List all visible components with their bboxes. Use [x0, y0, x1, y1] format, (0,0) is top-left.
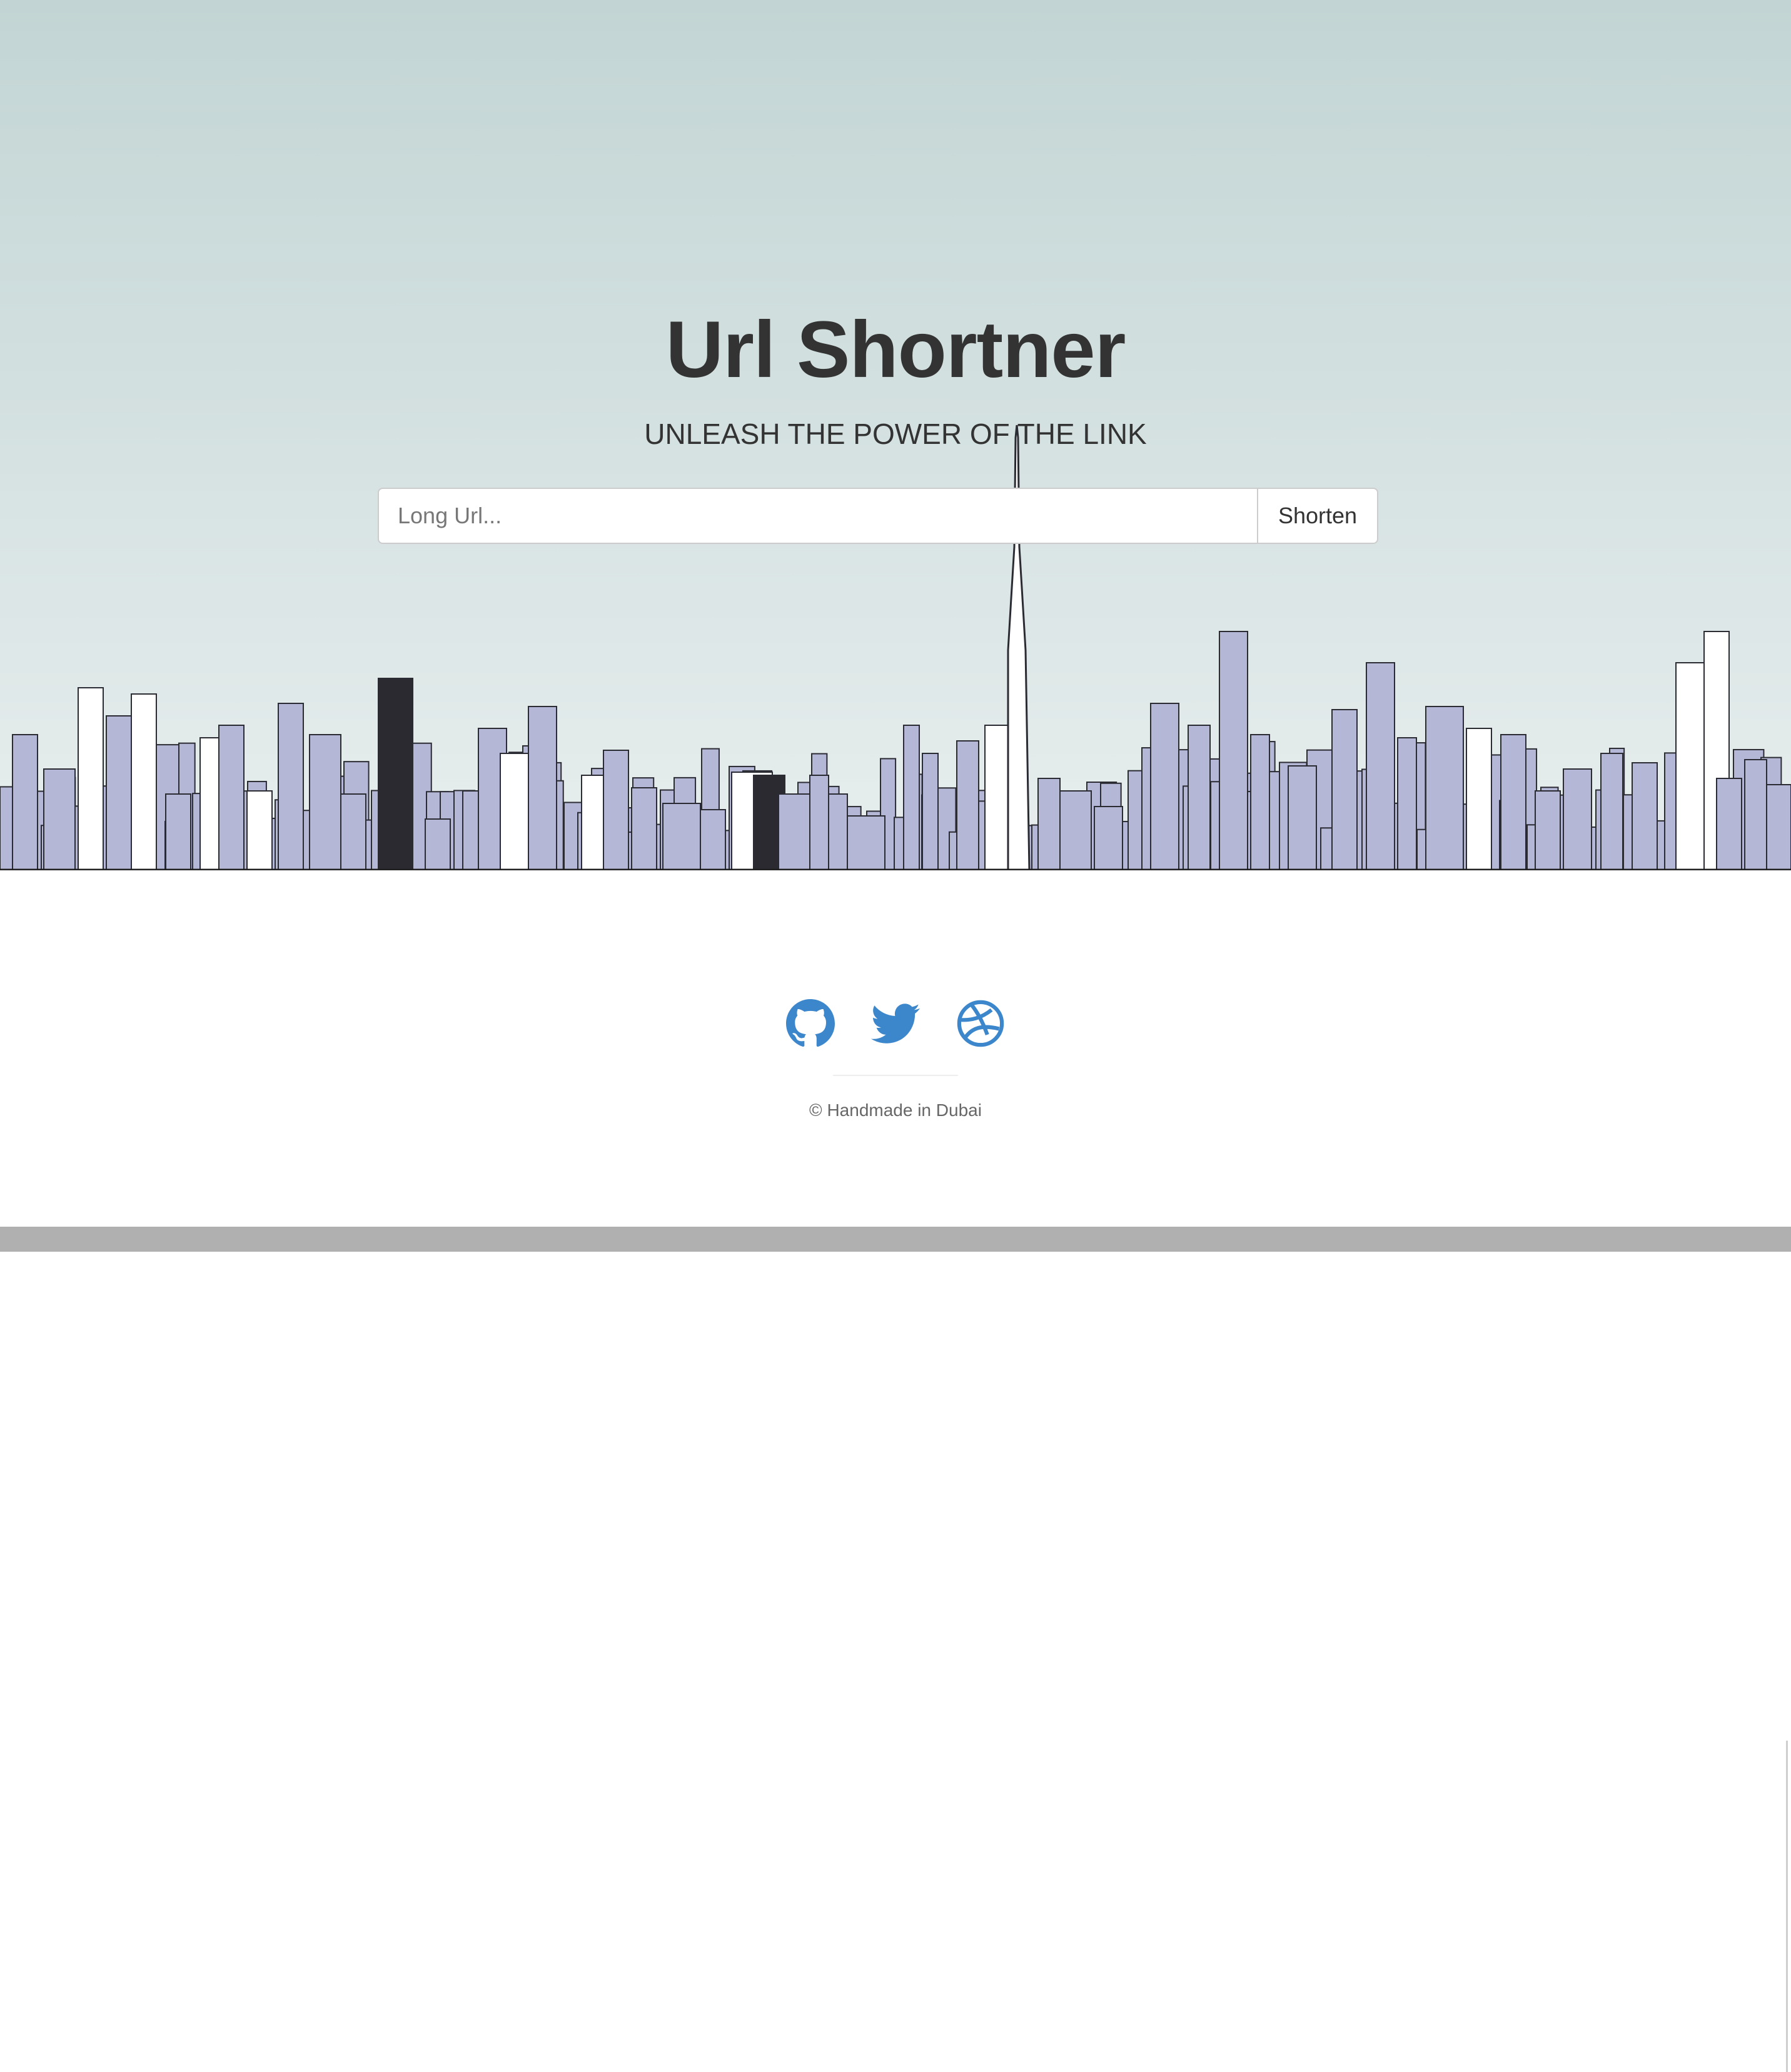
- skyline-tower: [131, 693, 157, 870]
- skyline-tower: [1288, 765, 1317, 870]
- shorten-form: Shorten: [378, 488, 1378, 544]
- social-links: [0, 999, 1791, 1048]
- skyline-tower: [1188, 725, 1211, 870]
- skyline-tower: [199, 737, 219, 870]
- skyline-tower: [1500, 734, 1526, 870]
- skyline-tower: [1037, 778, 1061, 870]
- skyline-tower: [847, 815, 885, 870]
- skyline-tower: [1250, 734, 1270, 870]
- skyline-tower: [1632, 762, 1658, 870]
- skyline-tower: [1425, 706, 1464, 870]
- skyline-tower: [218, 725, 245, 870]
- skyline-tower: [809, 775, 829, 870]
- skyline-tower: [662, 803, 701, 870]
- skyline-tower: [12, 734, 38, 870]
- skyline-tower: [1600, 753, 1623, 870]
- dribbble-icon: [957, 1000, 1004, 1047]
- skyline-tower: [378, 678, 413, 870]
- skyline-tower: [528, 706, 557, 870]
- skyline-tower: [1535, 790, 1561, 870]
- skyline-tower: [903, 725, 920, 870]
- skyline-tower: [43, 768, 76, 870]
- skyline-tower: [106, 715, 132, 870]
- github-icon: [786, 999, 835, 1047]
- skyline-tower: [603, 750, 629, 870]
- skyline-tower: [309, 734, 341, 870]
- skyline-tower: [1219, 631, 1248, 870]
- footer: © Handmade in Dubai: [0, 870, 1791, 2072]
- twitter-icon: [871, 1003, 920, 1044]
- skyline-tower: [1466, 728, 1492, 870]
- skyline-tower: [1675, 662, 1705, 870]
- skyline-tower: [1744, 759, 1767, 870]
- skyline-tower: [78, 687, 104, 870]
- skyline-tower: [165, 793, 191, 870]
- skyline-tower: [1397, 737, 1417, 870]
- skyline-tower: [1366, 662, 1395, 870]
- skyline-tower: [922, 753, 939, 870]
- dribbble-link[interactable]: [956, 999, 1005, 1048]
- copyright-text: © Handmade in Dubai: [809, 1100, 982, 1120]
- skyline-tower: [425, 818, 451, 870]
- skyline-tower: [700, 809, 726, 870]
- skyline-tower: [1059, 790, 1092, 870]
- page-edge: [1786, 1741, 1788, 2072]
- skyline-tower: [340, 793, 366, 870]
- shorten-button[interactable]: Shorten: [1257, 488, 1378, 544]
- page-subtitle: UNLEASH THE POWER OF THE LINK: [644, 418, 1147, 450]
- skyline-tower: [778, 793, 810, 870]
- skyline-tower: [1563, 768, 1592, 870]
- skyline-tower: [1766, 784, 1791, 870]
- skyline-tower: [1331, 709, 1358, 870]
- long-url-input[interactable]: [378, 488, 1257, 544]
- skyline-tower: [631, 787, 657, 870]
- skyline-tower: [246, 790, 273, 870]
- skyline-tower: [1716, 778, 1742, 870]
- hero-content: Url Shortner UNLEASH THE POWER OF THE LI…: [0, 0, 1791, 563]
- bottom-scrollbar-track: [0, 1227, 1791, 1252]
- page-title: Url Shortner: [665, 305, 1126, 395]
- skyline-tower: [828, 793, 848, 870]
- skyline-tower: [956, 740, 979, 870]
- skyline-tower: [1094, 806, 1123, 870]
- github-link[interactable]: [786, 999, 835, 1048]
- twitter-link[interactable]: [871, 999, 920, 1048]
- hero-section: Url Shortner UNLEASH THE POWER OF THE LI…: [0, 0, 1791, 870]
- skyline-tower: [1150, 703, 1179, 870]
- footer-divider: [833, 1075, 958, 1076]
- skyline-tower: [278, 703, 304, 870]
